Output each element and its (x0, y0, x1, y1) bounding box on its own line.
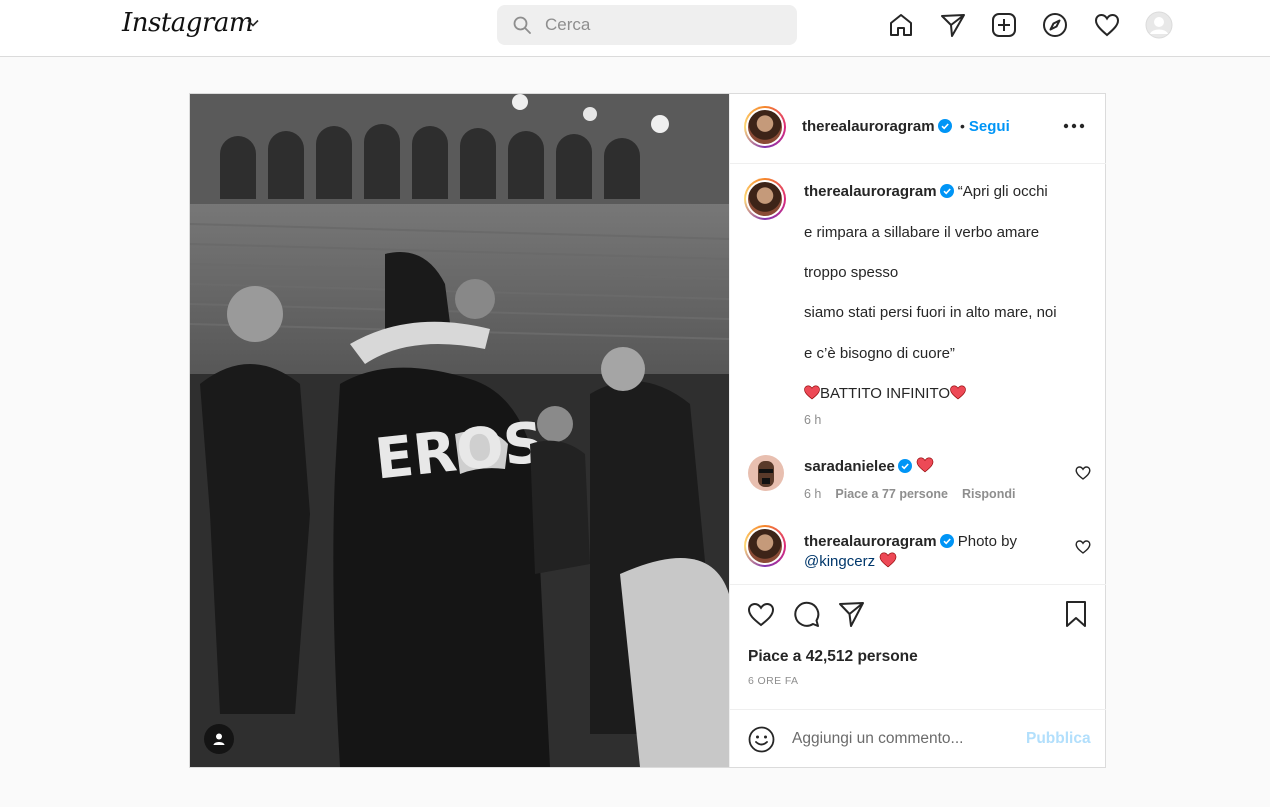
comment-input[interactable] (792, 724, 1012, 754)
search-icon (513, 16, 531, 34)
explore-icon (1043, 13, 1067, 37)
home-button[interactable] (886, 10, 916, 40)
comment-button[interactable] (791, 599, 821, 629)
post-card: EROS therealauroragram • Segui therealaur… (189, 93, 1106, 768)
chevron-down-icon[interactable] (246, 16, 260, 30)
more-options-icon (1063, 123, 1085, 129)
header-separator: • (960, 118, 965, 134)
direct-button[interactable] (938, 10, 968, 40)
caption-line-1: “Apri gli occhi (957, 183, 1048, 200)
red-heart-emoji (950, 385, 966, 400)
post-actions: Piace a 42,512 persone 6 ORE FA (730, 584, 1106, 709)
comment-1-reply-button[interactable]: Rispondi (962, 487, 1015, 501)
like-heart-icon (747, 602, 775, 627)
comment-2: therealauroragram Photo by @kingcerz (804, 532, 1054, 572)
caption-line-4: siamo stati persi fuori in alto mare, no… (804, 304, 1057, 321)
caption-line-6: BATTITO INFINITO (820, 385, 951, 402)
new-post-button[interactable] (989, 10, 1019, 40)
activity-heart-icon (1094, 13, 1120, 37)
verified-badge-icon (897, 459, 912, 473)
commenter-avatar[interactable] (748, 455, 784, 491)
likes-count[interactable]: Piace a 42,512 persone (748, 648, 918, 666)
comment-1-time[interactable]: 6 h (804, 487, 821, 501)
publish-button[interactable]: Pubblica (1026, 730, 1091, 748)
post-header: therealauroragram • Segui (730, 94, 1106, 164)
explore-button[interactable] (1040, 10, 1070, 40)
share-paper-plane-icon (839, 602, 864, 627)
search-input[interactable] (545, 5, 785, 45)
profile-avatar (1145, 11, 1173, 39)
direct-icon (941, 14, 965, 37)
instagram-logo[interactable]: Instagram (122, 8, 254, 38)
home-icon (890, 14, 912, 36)
comments-section: therealauroragram “Apri gli occhi e rimp… (730, 164, 1106, 584)
comment-1: saradanielee (804, 457, 934, 475)
red-heart-emoji (879, 552, 897, 568)
activity-button[interactable] (1092, 10, 1122, 40)
verified-badge-icon (939, 534, 954, 548)
save-button[interactable] (1061, 599, 1091, 629)
emoji-smiley-icon[interactable] (748, 726, 775, 753)
caption-time[interactable]: 6 h (804, 413, 821, 427)
caption-first-line: therealauroragram “Apri gli occhi (804, 183, 1048, 200)
user-tag-icon (213, 733, 225, 745)
comment-2-avatar[interactable] (744, 525, 786, 567)
post-photo[interactable]: EROS (190, 94, 729, 767)
comment-like-heart-icon[interactable] (1075, 539, 1091, 555)
post-side-panel: therealauroragram • Segui therealauroragr… (729, 94, 1106, 767)
follow-button[interactable]: Segui (969, 118, 1010, 135)
comment-2-text: Photo by (957, 533, 1017, 550)
author-username[interactable]: therealauroragram (802, 118, 935, 135)
comment-bubble-icon (794, 601, 820, 627)
caption-author-avatar[interactable] (744, 178, 786, 220)
add-comment-bar: Pubblica (730, 709, 1106, 767)
verified-badge-icon (939, 184, 954, 198)
comment-2-username[interactable]: therealauroragram (804, 533, 937, 550)
comment-2-mention[interactable]: @kingcerz (804, 553, 875, 570)
comment-like-heart-icon[interactable] (1075, 465, 1091, 481)
search-bar[interactable] (497, 5, 797, 45)
caption-line-5: e c’è bisogno di cuore” (804, 345, 955, 362)
post-time-ago[interactable]: 6 ORE FA (748, 675, 798, 687)
tagged-users-button[interactable] (204, 724, 234, 754)
share-button[interactable] (836, 599, 866, 629)
caption-line-2: e rimpara a sillabare il verbo amare (804, 224, 1040, 241)
profile-button[interactable] (1144, 10, 1174, 40)
photo-illustration: EROS (190, 94, 729, 767)
caption-line-6-wrap: BATTITO INFINITO (804, 385, 966, 402)
red-heart-emoji (916, 457, 934, 473)
author-avatar[interactable] (744, 106, 786, 148)
caption-author-username[interactable]: therealauroragram (804, 183, 937, 200)
comment-1-likes[interactable]: Piace a 77 persone (835, 487, 948, 501)
caption-line-3: troppo spesso (804, 264, 899, 281)
bookmark-icon (1066, 601, 1086, 627)
top-navigation: Instagram (0, 0, 1270, 57)
like-button[interactable] (746, 599, 776, 629)
new-post-icon (992, 13, 1016, 37)
verified-badge-icon (937, 119, 952, 133)
more-options-button[interactable] (1062, 114, 1086, 138)
comment-1-meta: 6 h Piace a 77 persone Rispondi (804, 487, 1029, 501)
red-heart-emoji (804, 385, 820, 400)
commenter-username[interactable]: saradanielee (804, 458, 895, 475)
